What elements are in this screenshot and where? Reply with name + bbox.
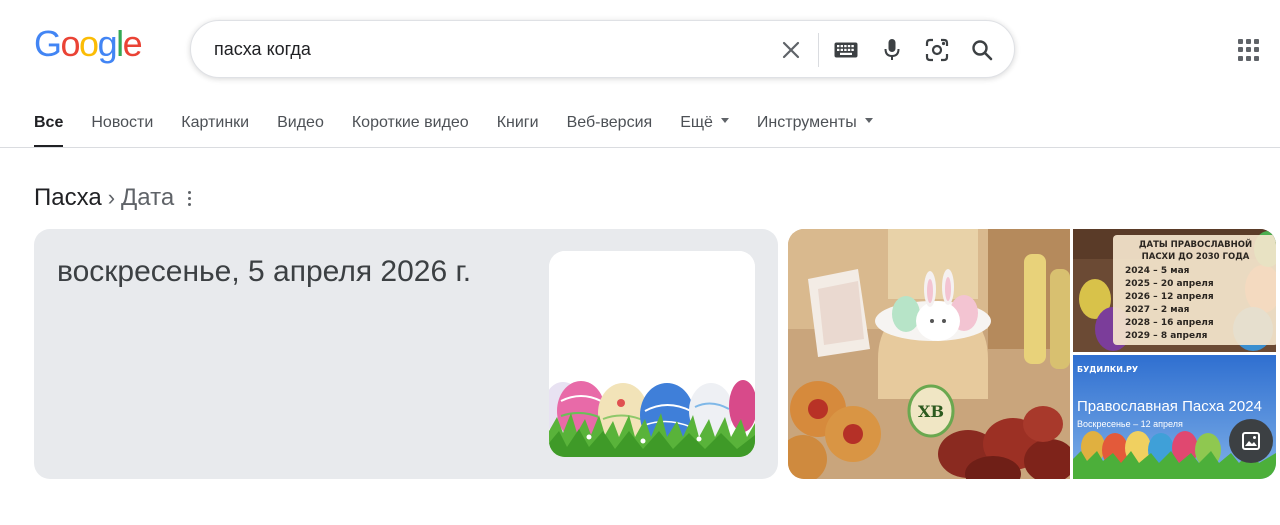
tab-all[interactable]: Все (34, 112, 64, 148)
tab-web[interactable]: Веб-версия (567, 112, 653, 148)
more-vert-icon[interactable] (188, 190, 192, 206)
search-box[interactable]: пасха когда (190, 20, 1015, 78)
logo-letter: o (79, 23, 99, 64)
tab-news[interactable]: Новости (91, 112, 153, 148)
dates-item: 2024 – 5 мая (1125, 266, 1190, 276)
breadcrumb: Пасха › Дата (34, 184, 192, 212)
tabs-divider (0, 147, 1280, 148)
answer-thumbnail[interactable] (549, 251, 755, 457)
image-search-button[interactable] (1229, 419, 1273, 463)
breadcrumb-current: Дата (121, 184, 175, 211)
dates-item: 2028 – 16 апреля (1125, 318, 1214, 328)
dates-item: 2026 – 12 апреля (1125, 292, 1214, 302)
egg-badge-text: ХВ (918, 402, 944, 421)
tab-short-videos[interactable]: Короткие видео (352, 112, 469, 148)
search-icon[interactable] (968, 36, 996, 64)
search-input[interactable]: пасха когда (214, 39, 311, 60)
logo-letter: o (60, 23, 81, 64)
logo-letter: e (122, 23, 143, 64)
dates-item: 2025 – 20 апреля (1125, 279, 1214, 289)
promo-title: Православная Пасха 2024 (1077, 398, 1262, 415)
tab-books[interactable]: Книги (497, 112, 539, 148)
apps-grid-icon[interactable] (1238, 39, 1260, 61)
logo-letter: g (97, 23, 118, 64)
breadcrumb-root[interactable]: Пасха (34, 184, 102, 212)
tab-more-label: Ещё (680, 114, 713, 131)
tab-more[interactable]: Ещё (680, 112, 729, 148)
tab-tools-label: Инструменты (756, 114, 857, 131)
promo-subtitle: Воскресенье – 12 апреля (1077, 419, 1183, 429)
tab-images[interactable]: Картинки (181, 112, 249, 148)
chevron-down-icon (720, 118, 729, 124)
close-icon[interactable] (777, 36, 805, 64)
keyboard-icon[interactable] (832, 36, 860, 64)
answer-card: воскресенье, 5 апреля 2026 г. (34, 229, 778, 479)
gallery-image-dates[interactable]: ДАТЫ ПРАВОСЛАВНОЙ ПАСХИ ДО 2030 ГОДА 202… (1073, 229, 1276, 352)
dates-title-2: ПАСХИ ДО 2030 ГОДА (1141, 252, 1250, 262)
tab-tools[interactable]: Инструменты (757, 112, 873, 148)
dates-title-1: ДАТЫ ПРАВОСЛАВНОЙ (1138, 240, 1253, 250)
search-divider (818, 33, 819, 67)
tab-videos[interactable]: Видео (277, 112, 324, 148)
dates-item: 2029 – 8 апреля (1125, 331, 1208, 341)
promo-brand: БУДИЛКИ.РУ (1077, 365, 1139, 374)
chevron-down-icon (864, 118, 873, 124)
search-tabs: Все Новости Картинки Видео Короткие виде… (34, 112, 901, 148)
easter-dates-list: ДАТЫ ПРАВОСЛАВНОЙ ПАСХИ ДО 2030 ГОДА 202… (1113, 235, 1276, 345)
google-logo[interactable]: Google (34, 23, 143, 64)
breadcrumb-separator: › (107, 185, 116, 210)
lens-icon[interactable] (923, 36, 951, 64)
answer-date: воскресенье, 5 апреля 2026 г. (57, 255, 472, 288)
mic-icon[interactable] (878, 36, 906, 64)
gallery-image-main[interactable]: ХВ (788, 229, 1070, 479)
logo-letter: G (34, 23, 62, 64)
image-icon (1242, 432, 1260, 450)
dates-item: 2027 – 2 мая (1125, 305, 1190, 315)
